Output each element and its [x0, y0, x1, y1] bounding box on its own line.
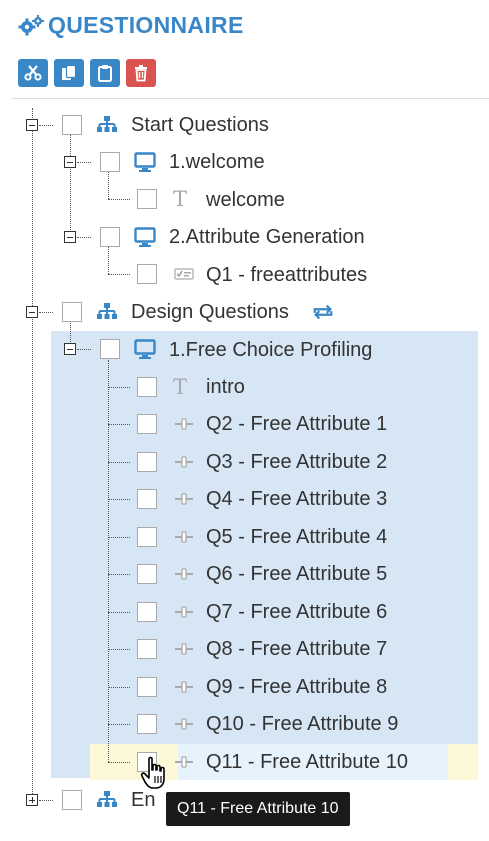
tree-line	[108, 687, 130, 688]
checkbox[interactable]	[137, 264, 157, 284]
tree-line	[108, 574, 130, 575]
text-type-icon: T	[173, 375, 188, 399]
checkbox[interactable]	[137, 714, 157, 734]
collapse-toggle[interactable]	[64, 156, 76, 168]
tree-line	[32, 108, 33, 798]
tree-line	[108, 274, 130, 275]
tree-node-q6[interactable]: Q6 - Free Attribute 5	[206, 562, 387, 586]
tree-line	[39, 800, 53, 801]
tree-node-q9[interactable]: Q9 - Free Attribute 8	[206, 675, 387, 699]
checkbox[interactable]	[62, 115, 82, 135]
tree-line	[108, 247, 109, 274]
tree-line	[77, 349, 91, 350]
tree-line	[39, 312, 53, 313]
slider-icon	[175, 718, 193, 730]
checkbox[interactable]	[62, 302, 82, 322]
checkbox[interactable]	[137, 189, 157, 209]
tree-node-q11[interactable]: Q11 - Free Attribute 10	[206, 750, 408, 774]
checkbox[interactable]	[100, 152, 120, 172]
tree-line	[108, 199, 130, 200]
tree-node-q5[interactable]: Q5 - Free Attribute 4	[206, 525, 387, 549]
tree-node-free-choice-profiling[interactable]: 1.Free Choice Profiling	[169, 338, 372, 362]
slider-icon	[175, 568, 193, 580]
text-type-icon: T	[173, 187, 188, 211]
checkbox[interactable]	[137, 489, 157, 509]
slider-icon	[175, 531, 193, 543]
collapse-toggle[interactable]	[26, 119, 38, 131]
tree-node-q2[interactable]: Q2 - Free Attribute 1	[206, 412, 387, 436]
collapse-toggle[interactable]	[64, 231, 76, 243]
collapse-toggle[interactable]	[64, 343, 76, 355]
tree-line	[77, 162, 91, 163]
tree-node-q7[interactable]: Q7 - Free Attribute 6	[206, 600, 387, 624]
sitemap-icon	[97, 116, 117, 132]
slider-icon	[175, 606, 193, 618]
tree-line	[77, 237, 91, 238]
tree-node-q10[interactable]: Q10 - Free Attribute 9	[206, 712, 398, 736]
slider-icon	[175, 493, 193, 505]
tree-node-attribute-generation[interactable]: 2.Attribute Generation	[169, 225, 365, 249]
checkbox[interactable]	[62, 790, 82, 810]
tree-line	[108, 762, 130, 763]
tree-line	[108, 360, 109, 762]
tree-node-start-questions[interactable]: Start Questions	[131, 113, 269, 137]
collapse-toggle[interactable]	[26, 306, 38, 318]
tree-node-q3[interactable]: Q3 - Free Attribute 2	[206, 450, 387, 474]
checklist-icon	[174, 268, 194, 280]
questionnaire-tree: Start Questions 1.welcome T welcome 2.At…	[0, 0, 489, 841]
tree-node-design-questions[interactable]: Design Questions	[131, 300, 289, 324]
monitor-icon	[134, 152, 156, 172]
tree-node-intro[interactable]: intro	[206, 375, 245, 399]
checkbox[interactable]	[137, 602, 157, 622]
checkbox[interactable]	[137, 677, 157, 697]
selected-group-highlight	[51, 331, 478, 778]
monitor-icon	[134, 227, 156, 247]
tree-line	[108, 424, 130, 425]
checkbox[interactable]	[137, 452, 157, 472]
tree-node-q8[interactable]: Q8 - Free Attribute 7	[206, 637, 387, 661]
checkbox[interactable]	[137, 639, 157, 659]
slider-icon	[175, 456, 193, 468]
tree-line	[108, 387, 130, 388]
tree-line	[108, 172, 109, 199]
tree-node-welcome-group[interactable]: 1.welcome	[169, 150, 265, 174]
tree-line	[70, 135, 71, 238]
slider-icon	[175, 418, 193, 430]
tree-node-q4[interactable]: Q4 - Free Attribute 3	[206, 487, 387, 511]
checkbox[interactable]	[137, 414, 157, 434]
slider-icon	[175, 756, 193, 768]
checkbox[interactable]	[100, 227, 120, 247]
tree-line	[108, 724, 130, 725]
slider-icon	[175, 643, 193, 655]
tree-line	[108, 649, 130, 650]
tooltip: Q11 - Free Attribute 10	[166, 792, 350, 826]
checkbox[interactable]	[137, 527, 157, 547]
expand-toggle[interactable]	[26, 794, 38, 806]
checkbox[interactable]	[137, 377, 157, 397]
checkbox[interactable]	[100, 339, 120, 359]
tree-line	[39, 125, 53, 126]
monitor-icon	[134, 339, 156, 359]
checkbox[interactable]	[137, 564, 157, 584]
tree-line	[108, 537, 130, 538]
slider-icon	[175, 681, 193, 693]
sitemap-icon	[97, 791, 117, 807]
tree-node-q1[interactable]: Q1 - freeattributes	[206, 263, 367, 287]
tree-line	[108, 499, 130, 500]
hand-cursor-icon	[140, 756, 165, 789]
sitemap-icon	[97, 303, 117, 319]
tree-line	[108, 612, 130, 613]
loop-icon[interactable]	[312, 302, 334, 322]
tree-node-welcome[interactable]: welcome	[206, 188, 285, 212]
tree-line	[108, 462, 130, 463]
